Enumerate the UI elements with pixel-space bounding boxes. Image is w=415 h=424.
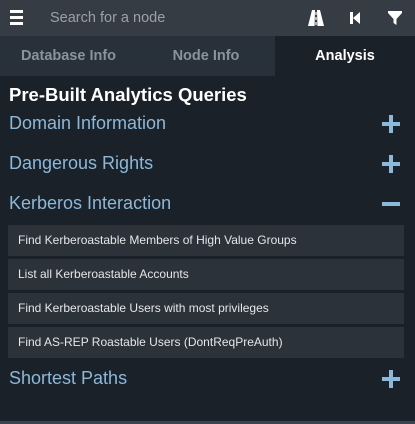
group-kerberos-interaction[interactable]: Kerberos Interaction (0, 189, 415, 219)
hamburger-menu-icon[interactable] (10, 10, 24, 26)
query-item[interactable]: List all Kerberoastable Accounts (8, 259, 404, 290)
group-label: Domain Information (9, 113, 167, 133)
kerberos-query-list: Find Kerberoastable Members of High Valu… (8, 225, 404, 361)
query-item[interactable]: Find Kerberoastable Members of High Valu… (8, 225, 404, 256)
analysis-panel: Database Info Node Info Analysis Pre-Bui… (0, 0, 415, 424)
group-label: Dangerous Rights (9, 153, 154, 173)
group-domain-information[interactable]: Domain Information (0, 109, 415, 139)
group-label: Shortest Paths (9, 368, 128, 388)
plus-icon[interactable] (381, 369, 401, 389)
filter-icon[interactable] (386, 9, 404, 27)
search-bar (0, 0, 415, 36)
tab-bar: Database Info Node Info Analysis (0, 36, 415, 76)
group-label: Kerberos Interaction (9, 193, 172, 213)
search-input[interactable] (40, 4, 300, 32)
query-item[interactable]: Find Kerberoastable Users with most priv… (8, 293, 404, 324)
plus-icon[interactable] (381, 154, 401, 174)
group-dangerous-rights[interactable]: Dangerous Rights (0, 149, 415, 179)
road-icon[interactable] (307, 9, 325, 27)
step-backward-icon[interactable] (346, 9, 364, 27)
tab-analysis[interactable]: Analysis (275, 36, 415, 76)
group-shortest-paths[interactable]: Shortest Paths (0, 364, 415, 394)
tab-database-info[interactable]: Database Info (0, 36, 137, 76)
tab-node-info[interactable]: Node Info (137, 36, 275, 76)
query-item[interactable]: Find AS-REP Roastable Users (DontReqPreA… (8, 327, 404, 358)
minus-icon[interactable] (381, 194, 401, 214)
section-title: Pre-Built Analytics Queries (9, 84, 247, 105)
plus-icon[interactable] (381, 114, 401, 134)
